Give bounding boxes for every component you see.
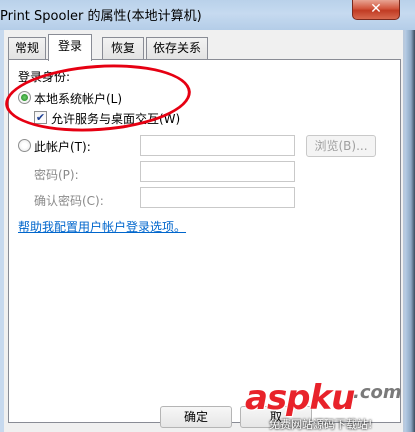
local-system-label: 本地系统帐户(L)	[34, 92, 123, 106]
tab-label: 登录	[57, 39, 82, 53]
interact-desktop-label: 允许服务与桌面交互(W)	[51, 112, 181, 126]
tab-label: 恢复	[110, 41, 135, 55]
checkmark-icon: ✔	[35, 111, 46, 124]
close-button[interactable]: ✕	[352, 0, 400, 20]
tab-panel-logon: 登录身份: 本地系统帐户(L) ✔ 允许服务与桌面交互(W) 此帐户(T): 浏…	[8, 59, 401, 423]
this-account-label: 此帐户(T):	[34, 140, 91, 154]
window-frame-right	[405, 30, 415, 432]
window-title: Print Spooler 的属性(本地计算机)	[0, 9, 202, 24]
cancel-button[interactable]: 取	[240, 406, 312, 428]
dialog-client-area: 常规 登录 恢复 依存关系 登录身份: 本地系统帐户(L) ✔ 允许服务与桌面交…	[4, 30, 405, 432]
tab-general[interactable]: 常规	[8, 37, 46, 59]
close-icon: ✕	[370, 1, 382, 17]
account-input[interactable]	[140, 135, 295, 156]
logon-as-label: 登录身份:	[18, 70, 71, 84]
tab-recovery[interactable]: 恢复	[102, 37, 144, 59]
tab-dependencies[interactable]: 依存关系	[146, 37, 208, 59]
confirm-password-label: 确认密码(C):	[34, 194, 104, 208]
password-label: 密码(P):	[34, 168, 79, 182]
ok-button[interactable]: 确定	[160, 406, 232, 428]
title-bar[interactable]: Print Spooler 的属性(本地计算机) ✕	[0, 0, 415, 30]
local-system-radio[interactable]	[18, 91, 31, 104]
interact-desktop-checkbox[interactable]: ✔	[34, 111, 47, 124]
confirm-password-input[interactable]	[140, 187, 295, 208]
browse-button[interactable]: 浏览(B)...	[306, 135, 376, 157]
tab-logon[interactable]: 登录	[48, 34, 92, 61]
tab-label: 依存关系	[153, 41, 202, 55]
password-input[interactable]	[140, 161, 295, 182]
help-configure-link[interactable]: 帮助我配置用户帐户登录选项。	[18, 218, 186, 235]
this-account-radio[interactable]	[18, 139, 31, 152]
tab-label: 常规	[15, 41, 40, 55]
